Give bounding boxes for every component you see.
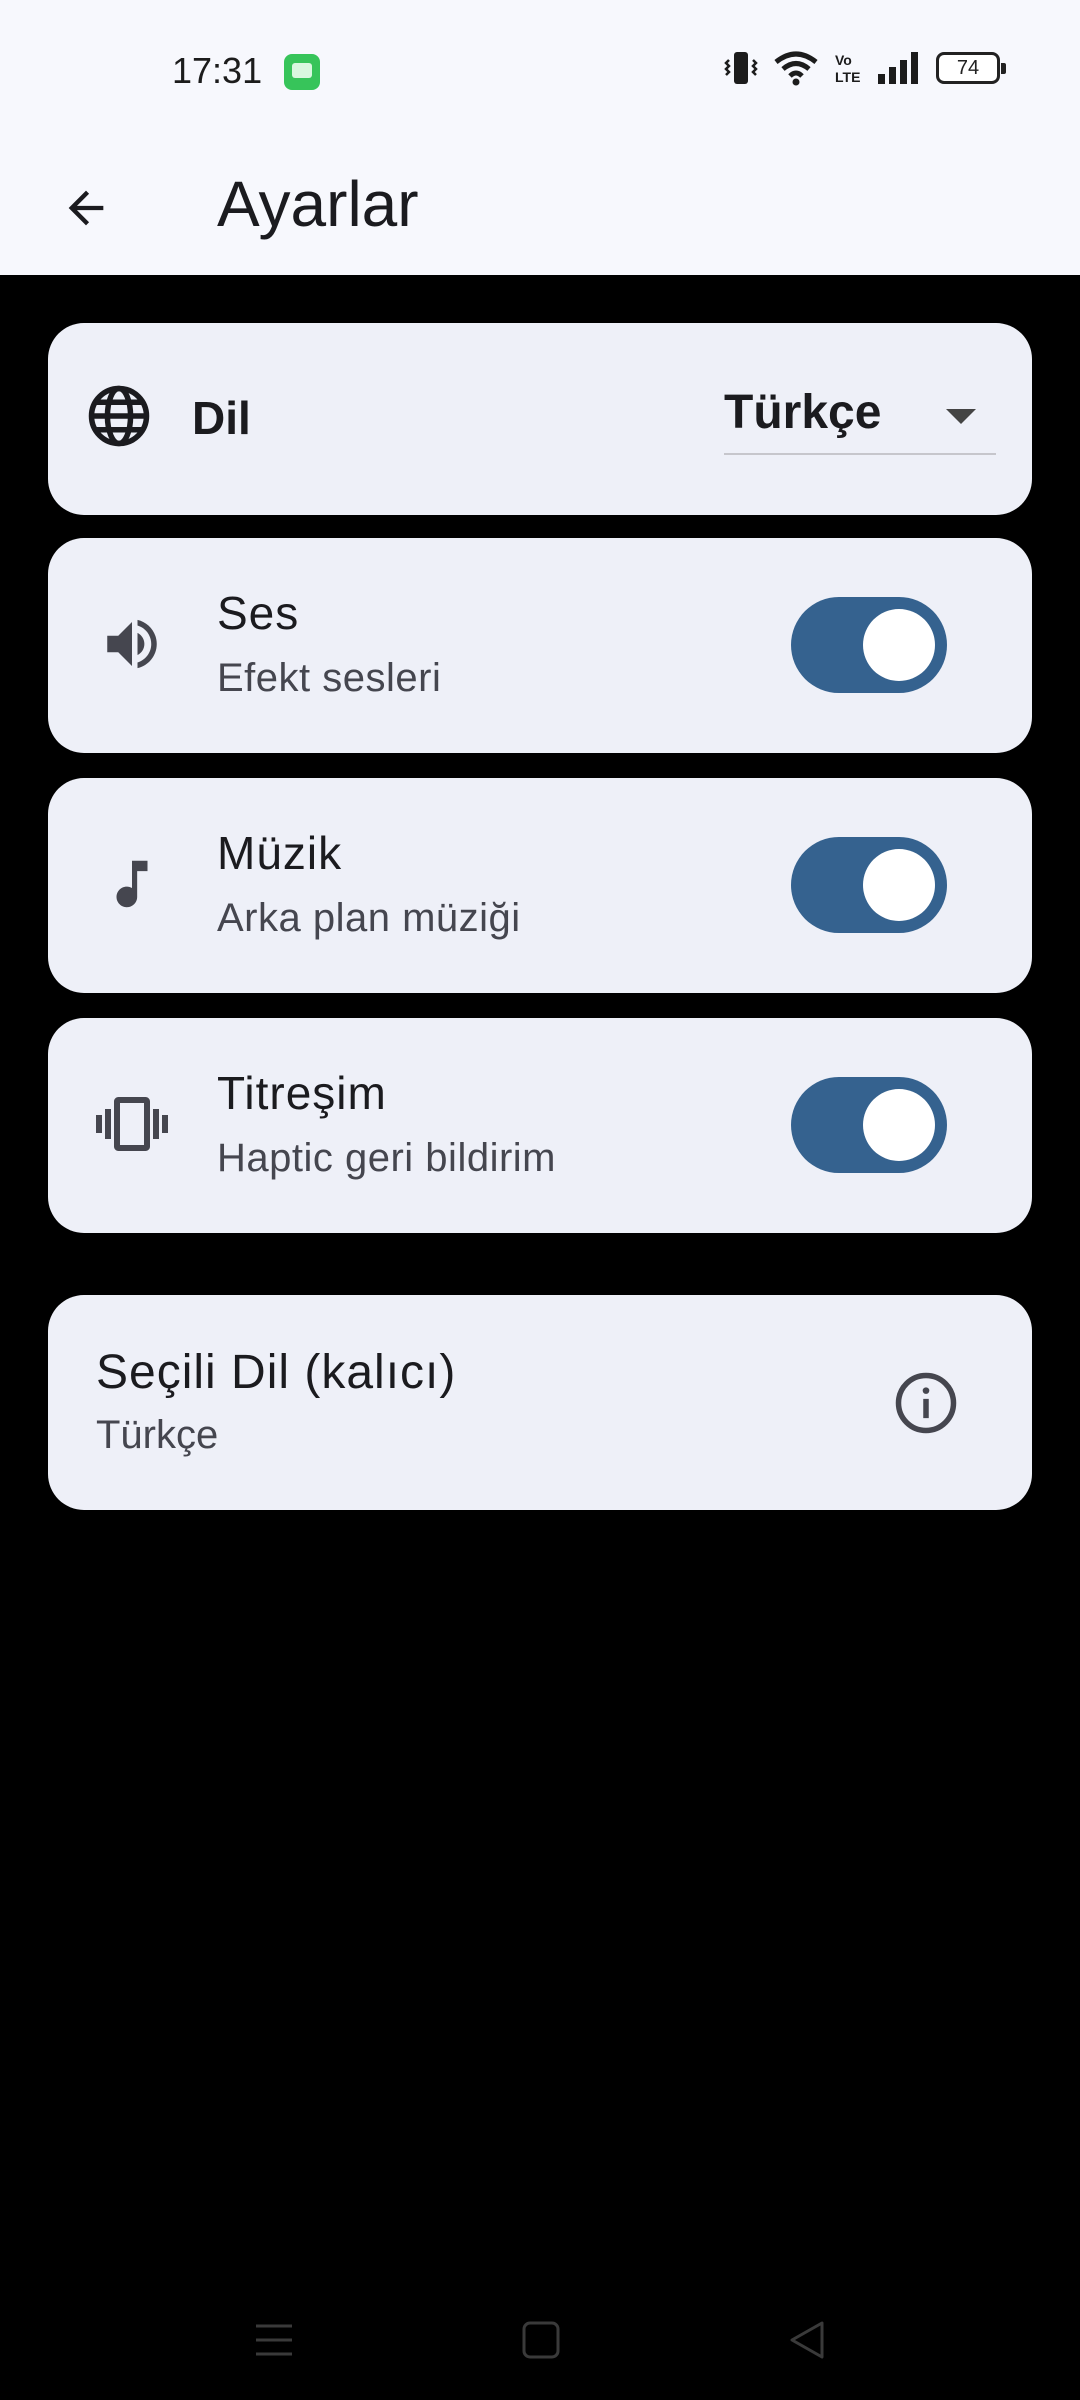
toggle-knob — [863, 609, 935, 681]
vibration-icon — [96, 1088, 168, 1160]
vibration-title: Titreşim — [217, 1067, 387, 1119]
signal-icon — [878, 52, 918, 84]
sound-setting-card: Ses Efekt sesleri — [48, 538, 1032, 753]
vibrate-mode-icon — [724, 52, 758, 84]
status-icons: Vo LTE 74 — [724, 50, 1006, 86]
status-time: 17:31 — [172, 50, 263, 91]
back-button[interactable] — [44, 166, 128, 250]
info-button[interactable] — [888, 1365, 964, 1441]
home-button[interactable] — [501, 2300, 581, 2380]
sound-subtitle: Efekt sesleri — [217, 656, 442, 700]
volume-icon — [96, 608, 168, 680]
svg-text:Vo: Vo — [835, 52, 852, 68]
arrow-back-icon — [68, 190, 104, 226]
vibration-setting-card: Titreşim Haptic geri bildirim — [48, 1018, 1032, 1233]
music-note-icon — [96, 848, 168, 920]
music-toggle[interactable] — [791, 837, 947, 933]
vibration-toggle[interactable] — [791, 1077, 947, 1173]
svg-text:LTE: LTE — [835, 69, 860, 85]
wifi-icon — [774, 51, 818, 86]
saved-language-value: Türkçe — [96, 1413, 219, 1457]
music-title: Müzik — [217, 827, 343, 879]
app-bar: Ayarlar — [0, 140, 1080, 275]
language-dropdown-value: Türkçe — [724, 386, 882, 439]
info-icon — [895, 1372, 957, 1434]
recents-button[interactable] — [234, 2300, 314, 2380]
system-nav-bar — [0, 2280, 1080, 2400]
dropdown-arrow-icon — [946, 409, 976, 424]
volte-icon: Vo LTE — [835, 52, 860, 85]
menu-icon — [256, 2324, 292, 2356]
vibration-subtitle: Haptic geri bildirim — [217, 1136, 556, 1180]
battery-icon: 74 — [936, 52, 1006, 84]
toggle-knob — [863, 849, 935, 921]
language-card: Dil Türkçe — [48, 323, 1032, 515]
music-setting-card: Müzik Arka plan müziği — [48, 778, 1032, 993]
saved-language-card: Seçili Dil (kalıcı) Türkçe — [48, 1295, 1032, 1510]
status-bar: 17:31 Vo LTE 74 — [0, 0, 1080, 140]
language-label: Dil — [192, 392, 251, 444]
language-dropdown[interactable]: Türkçe — [724, 379, 996, 455]
home-icon — [522, 2321, 560, 2359]
globe-icon — [88, 385, 150, 447]
saved-language-title: Seçili Dil (kalıcı) — [96, 1346, 457, 1399]
nav-back-button[interactable] — [768, 2300, 848, 2380]
sound-toggle[interactable] — [791, 597, 947, 693]
page-title: Ayarlar — [217, 168, 419, 240]
music-subtitle: Arka plan müziği — [217, 896, 521, 940]
messages-icon — [284, 54, 320, 90]
back-triangle-icon — [790, 2321, 824, 2359]
toggle-knob — [863, 1089, 935, 1161]
sound-title: Ses — [217, 587, 300, 639]
